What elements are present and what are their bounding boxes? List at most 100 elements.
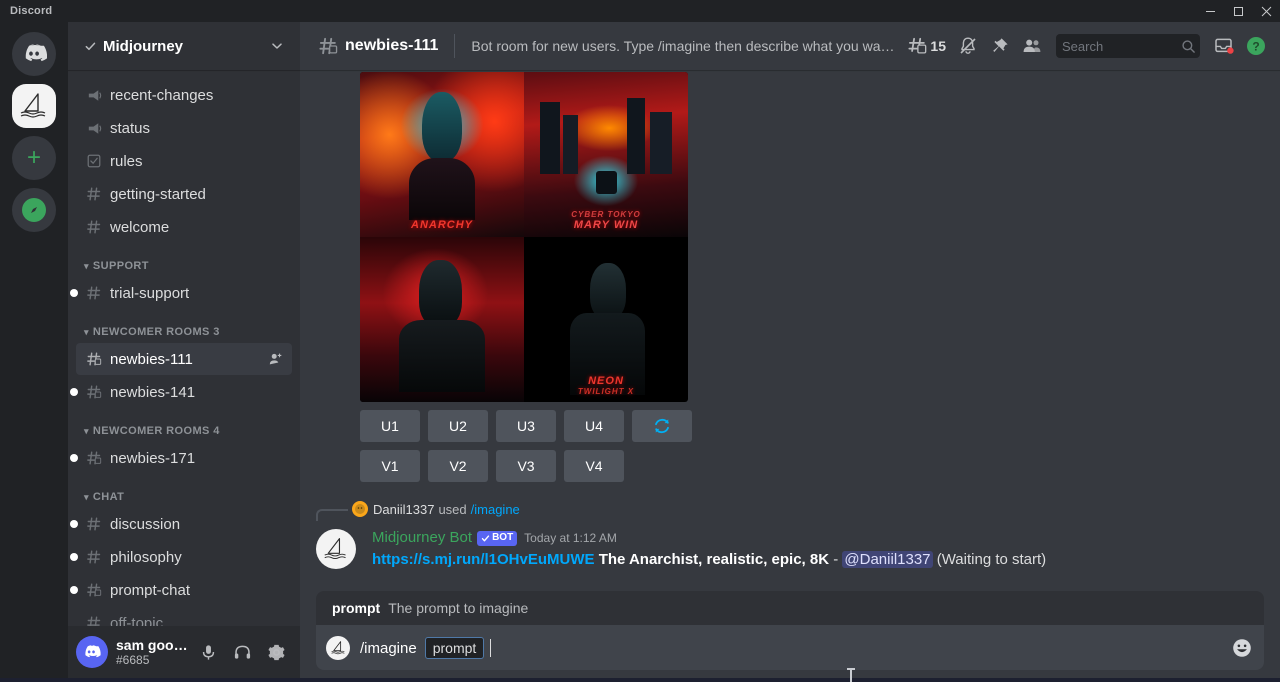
prompt-text: The Anarchist, realistic, epic, 8K	[599, 551, 829, 568]
variation-v1-button[interactable]: V1	[360, 450, 420, 482]
category-chat[interactable]: ▾ CHAT	[68, 475, 300, 507]
emoji-picker-button[interactable]	[1230, 636, 1254, 660]
sidebar-item-trial-support[interactable]: trial-support	[76, 277, 292, 309]
app-body: + Midjourney	[0, 22, 1280, 678]
maximize-icon[interactable]	[1224, 0, 1252, 22]
announcement-icon	[84, 118, 104, 138]
user-info[interactable]: sam good... #6685	[116, 638, 192, 667]
upscale-u1-button[interactable]: U1	[360, 410, 420, 442]
image-tile-3[interactable]	[360, 237, 524, 402]
sidebar-item-discussion[interactable]: discussion	[76, 508, 292, 540]
variation-v3-button[interactable]: V3	[496, 450, 556, 482]
svg-text:?: ?	[1252, 40, 1259, 54]
window-title: Discord	[0, 5, 52, 17]
channel-name: prompt-chat	[110, 582, 190, 599]
user-tag: #6685	[116, 653, 192, 667]
image-grid[interactable]: ANARCHY CYBER TOKYO MARY WIN	[360, 72, 688, 402]
avatar[interactable]	[316, 529, 356, 569]
upscale-u2-button[interactable]: U2	[428, 410, 488, 442]
thread-hash-icon	[316, 34, 339, 58]
sidebar-item-newbies-141[interactable]: newbies-141	[76, 376, 292, 408]
prompt-image-link[interactable]: https://s.mj.run/l1OHvEuMUWE	[372, 551, 595, 568]
command-hint: prompt The prompt to imagine	[316, 591, 1264, 626]
sidebar-item-status[interactable]: status	[76, 112, 292, 144]
main-content: newbies-111 Bot room for new users. Type…	[300, 22, 1280, 678]
midjourney-image-embed: ANARCHY CYBER TOKYO MARY WIN	[300, 72, 1280, 402]
threads-button[interactable]: 15	[901, 30, 952, 62]
command-arg-chip[interactable]: prompt	[425, 637, 485, 659]
sidebar-item-newbies-171[interactable]: newbies-171	[76, 442, 292, 474]
inbox-icon	[1214, 36, 1234, 56]
user-controls	[192, 636, 292, 668]
image-tile-2[interactable]: CYBER TOKYO MARY WIN	[524, 72, 688, 237]
channel-topic[interactable]: Bot room for new users. Type /imagine th…	[471, 38, 901, 54]
channel-title: newbies-111	[345, 37, 438, 55]
gear-icon[interactable]	[260, 636, 292, 668]
category-label: CHAT	[93, 491, 124, 503]
chevron-down-icon[interactable]	[270, 39, 284, 53]
command-name[interactable]: /imagine	[471, 502, 520, 517]
create-invite-icon[interactable]	[268, 351, 284, 367]
image-tile-1[interactable]: ANARCHY	[360, 72, 524, 237]
sailboat-icon	[322, 536, 350, 562]
chevron-down-icon: ▾	[84, 426, 89, 437]
user-mention[interactable]: @Daniil1337	[842, 551, 932, 568]
search-input[interactable]: Search	[1056, 34, 1200, 58]
microphone-icon[interactable]	[192, 636, 224, 668]
server-icon-explore[interactable]	[12, 188, 56, 232]
sidebar-item-recent-changes[interactable]: recent-changes	[76, 79, 292, 111]
channel-name: trial-support	[110, 285, 189, 302]
server-icon-midjourney[interactable]	[12, 84, 56, 128]
variation-v4-button[interactable]: V4	[564, 450, 624, 482]
channel-name: discussion	[110, 516, 180, 533]
message-author[interactable]: Midjourney Bot	[372, 528, 472, 548]
emoji-icon	[1231, 637, 1253, 659]
headset-icon[interactable]	[226, 636, 258, 668]
notifications-muted-button[interactable]	[952, 30, 984, 62]
sidebar-item-welcome[interactable]: welcome	[76, 211, 292, 243]
channel-name: welcome	[110, 219, 169, 236]
category-support[interactable]: ▾ SUPPORT	[68, 244, 300, 276]
server-rail: +	[0, 22, 68, 678]
message-list[interactable]: ANARCHY CYBER TOKYO MARY WIN	[300, 70, 1280, 591]
pinned-messages-button[interactable]	[984, 30, 1016, 62]
server-icon-add[interactable]: +	[12, 136, 56, 180]
guild-name: Midjourney	[103, 38, 270, 55]
member-list-button[interactable]	[1016, 30, 1048, 62]
inbox-button[interactable]	[1208, 30, 1240, 62]
close-icon[interactable]	[1252, 0, 1280, 22]
job-status: (Waiting to start)	[937, 551, 1046, 568]
hash-icon	[84, 283, 104, 303]
sidebar-item-prompt-chat[interactable]: prompt-chat	[76, 574, 292, 606]
server-icon-home[interactable]	[12, 32, 56, 76]
upscale-u4-button[interactable]: U4	[564, 410, 624, 442]
message-content: https://s.mj.run/l1OHvEuMUWE The Anarchi…	[372, 549, 1232, 570]
guild-header[interactable]: Midjourney	[68, 22, 300, 70]
upscale-u3-button[interactable]: U3	[496, 410, 556, 442]
message-input-bar[interactable]: /imagine prompt	[316, 626, 1264, 670]
help-button[interactable]: ?	[1240, 30, 1272, 62]
channel-list: recent-changes status rules	[68, 70, 300, 678]
category-newcomer-rooms-4[interactable]: ▾ NEWCOMER ROOMS 4	[68, 409, 300, 441]
channel-name: getting-started	[110, 186, 206, 203]
hash-icon	[84, 217, 104, 237]
image-tile-4[interactable]: NEON TWILIGHT X	[524, 237, 688, 402]
image-subcaption: TWILIGHT X	[524, 387, 688, 396]
category-newcomer-rooms-3[interactable]: ▾ NEWCOMER ROOMS 3	[68, 310, 300, 342]
sidebar-item-newbies-111[interactable]: newbies-111	[76, 343, 292, 375]
command-user[interactable]: Daniil1337	[373, 502, 434, 517]
avatar[interactable]	[76, 636, 108, 668]
midjourney-actions: U1 U2 U3 U4	[300, 402, 1280, 482]
variation-v2-button[interactable]: V2	[428, 450, 488, 482]
user-panel: sam good... #6685	[68, 626, 300, 678]
mouse-cursor-ibeam	[850, 668, 852, 682]
channel-name: recent-changes	[110, 87, 213, 104]
sidebar-item-rules[interactable]: rules	[76, 145, 292, 177]
chevron-down-icon: ▾	[84, 261, 89, 272]
channel-name: newbies-171	[110, 450, 195, 467]
sidebar-item-getting-started[interactable]: getting-started	[76, 178, 292, 210]
sidebar-item-philosophy[interactable]: philosophy	[76, 541, 292, 573]
user-display-name: sam good...	[116, 638, 192, 653]
reroll-button[interactable]	[632, 410, 692, 442]
minimize-icon[interactable]	[1196, 0, 1224, 22]
